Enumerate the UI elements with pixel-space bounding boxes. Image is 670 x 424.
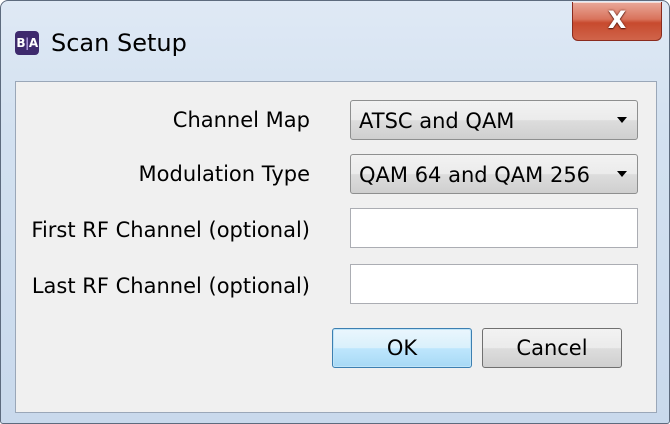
close-button[interactable]: X xyxy=(572,2,662,41)
channel-map-selected-value: ATSC and QAM xyxy=(359,109,515,133)
app-logo-letter-left: B xyxy=(16,36,25,50)
cancel-button[interactable]: Cancel xyxy=(482,328,622,368)
dialog-content: Channel Map ATSC and QAM Modulation Type… xyxy=(15,81,657,413)
last-rf-channel-label: Last RF Channel (optional) xyxy=(31,274,310,298)
window-title: Scan Setup xyxy=(51,29,187,57)
ok-button[interactable]: OK xyxy=(332,328,472,368)
channel-map-label: Channel Map xyxy=(172,108,310,132)
modulation-type-dropdown[interactable]: QAM 64 and QAM 256 xyxy=(350,154,638,194)
first-rf-channel-label: First RF Channel (optional) xyxy=(31,218,310,242)
chevron-down-icon xyxy=(617,117,627,123)
last-rf-channel-input[interactable] xyxy=(350,264,638,304)
app-logo-letter-right: A xyxy=(28,36,38,50)
modulation-type-label: Modulation Type xyxy=(138,162,310,186)
modulation-type-selected-value: QAM 64 and QAM 256 xyxy=(359,163,591,187)
title-bar[interactable]: B|A Scan Setup X xyxy=(1,1,669,83)
close-icon: X xyxy=(607,6,627,34)
first-rf-channel-input[interactable] xyxy=(350,208,638,248)
app-logo-icon: B|A xyxy=(15,31,39,55)
chevron-down-icon xyxy=(617,171,627,177)
scan-setup-dialog: B|A Scan Setup X Channel Map ATSC and QA… xyxy=(0,0,670,424)
channel-map-dropdown[interactable]: ATSC and QAM xyxy=(350,100,638,140)
